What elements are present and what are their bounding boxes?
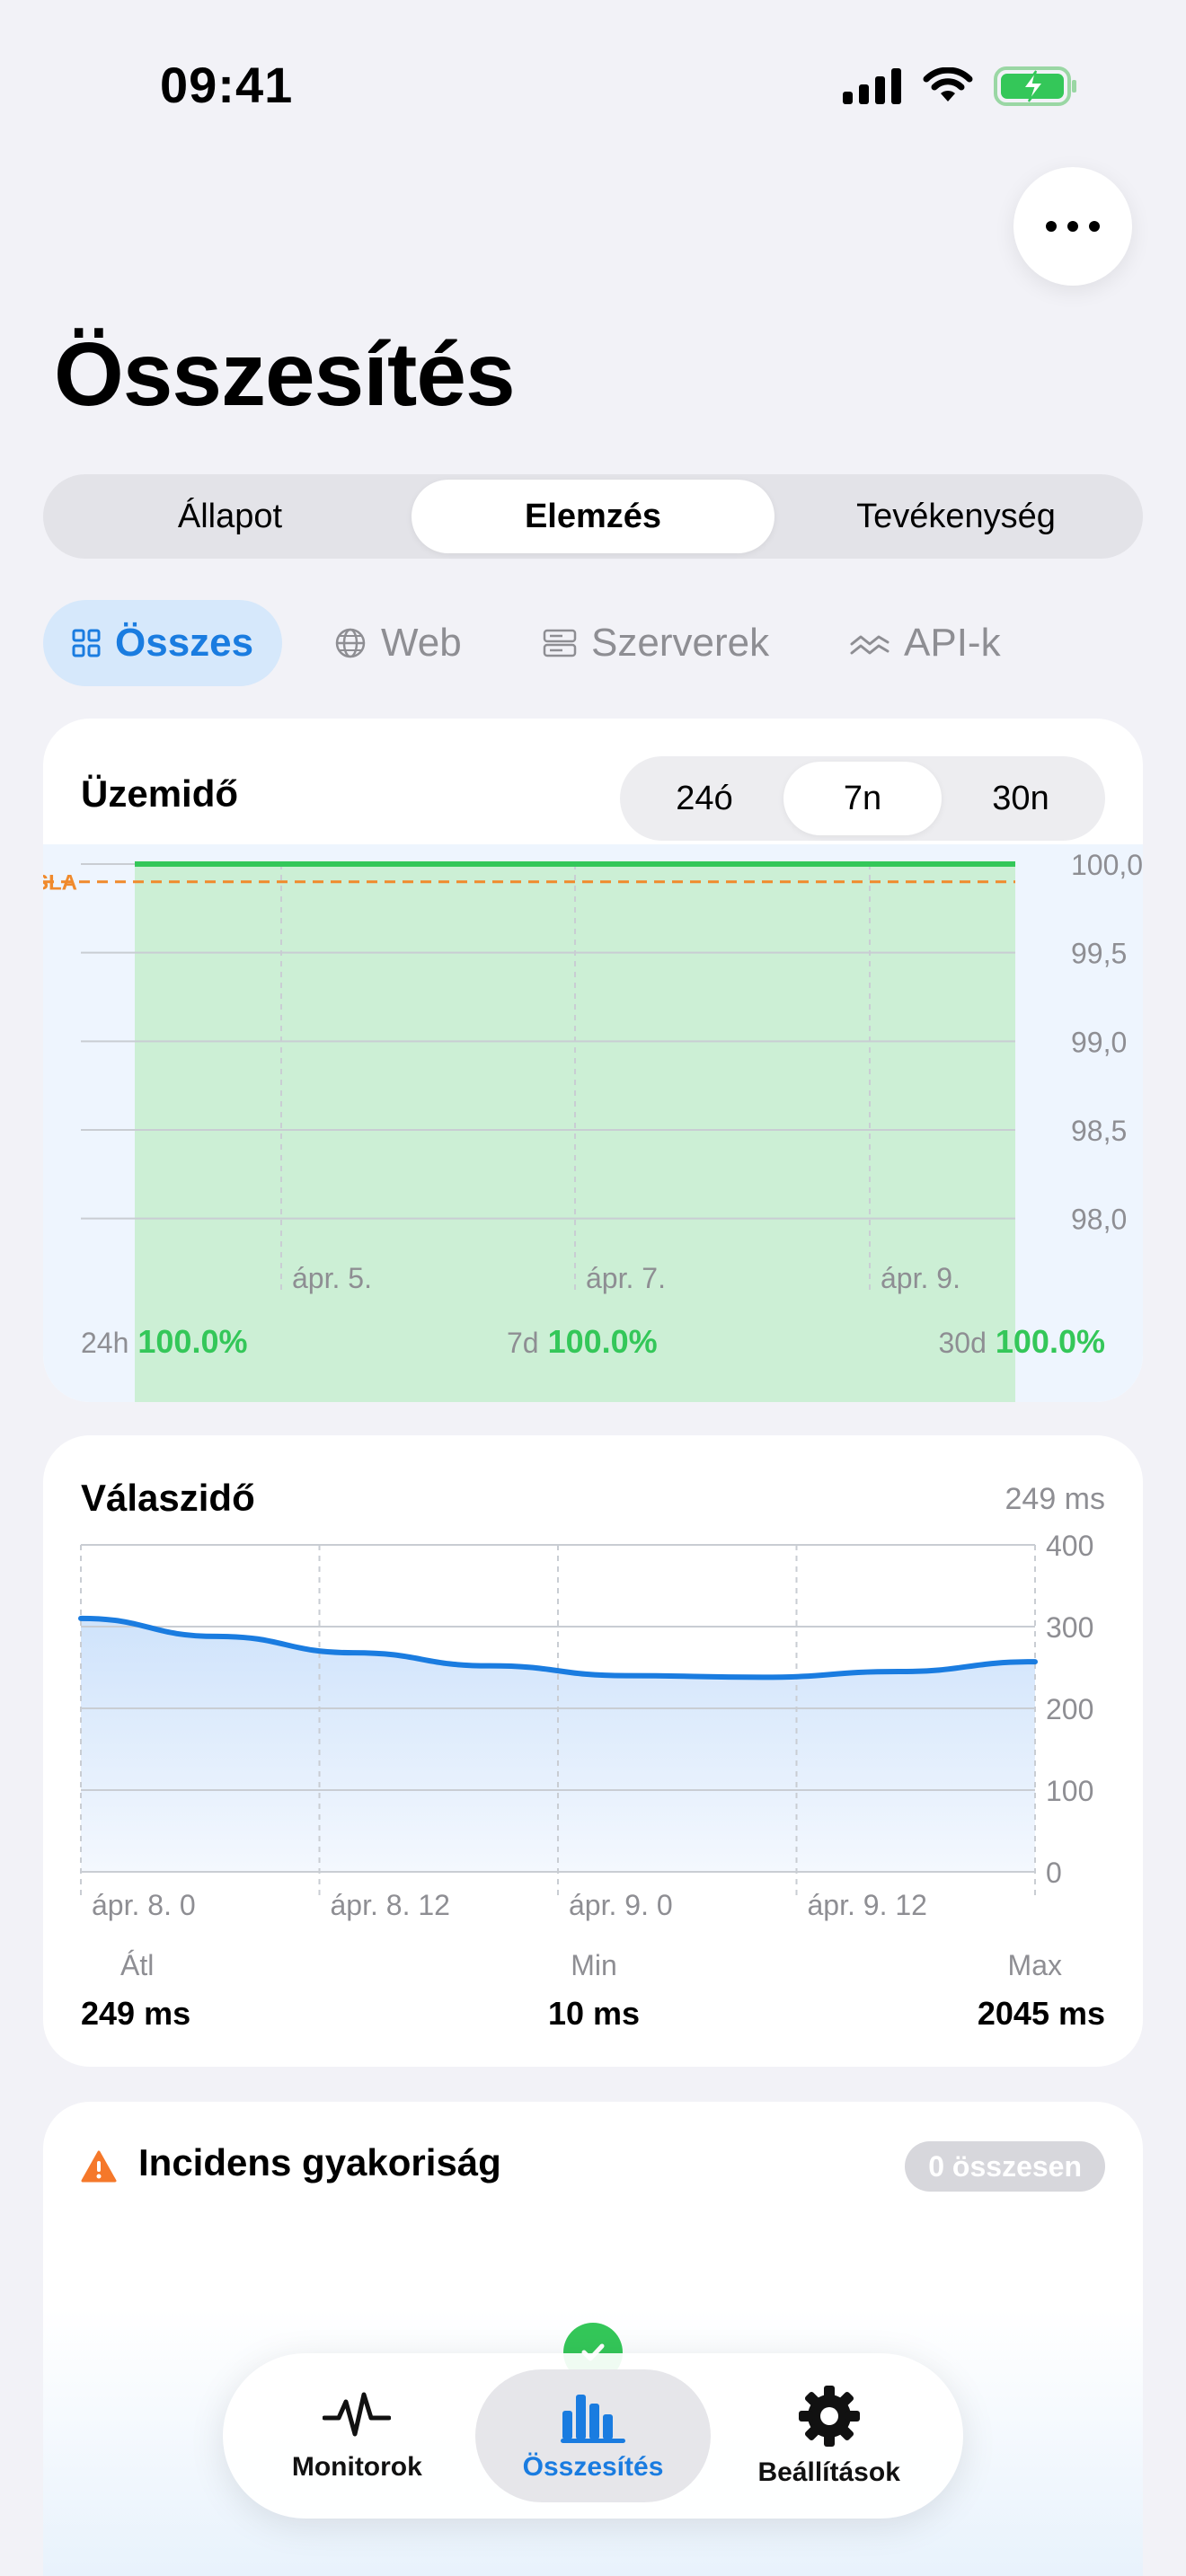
tab-label: Monitorok bbox=[291, 2452, 422, 2482]
x-tick-label: ápr. 8. 0 bbox=[92, 1889, 196, 1921]
filter-all-label: Összes bbox=[115, 621, 254, 665]
incidents-count-badge: 0 összesen bbox=[905, 2141, 1105, 2192]
x-tick-label: ápr. 9. 0 bbox=[569, 1889, 673, 1921]
server-icon bbox=[543, 629, 577, 657]
screen: 09:41 Összesítés Állapot Elemzés Tevéken… bbox=[0, 0, 1186, 2576]
sla-label: SLA bbox=[43, 871, 77, 895]
filter-web[interactable]: Web bbox=[305, 600, 491, 686]
tab-monitors[interactable]: Monitorok bbox=[239, 2369, 475, 2502]
tab-label: Összesítés bbox=[522, 2452, 664, 2482]
page-title: Összesítés bbox=[54, 324, 516, 425]
status-icons bbox=[843, 66, 1078, 106]
stat-value: 100.0% bbox=[995, 1323, 1105, 1360]
response-chart: 400 300 200 100 0 ápr. 8. 0 ápr. 8. 12 ápr. 9.… bbox=[78, 1530, 1093, 1921]
gear-icon bbox=[798, 2386, 860, 2447]
response-card: Válaszidő 249 ms 400 300 200 100 0 ápr. 8. 0… bbox=[43, 1435, 1143, 2067]
bar-chart-icon bbox=[561, 2395, 625, 2443]
stat-label: 30d bbox=[938, 1327, 987, 1359]
filter-servers-label: Szerverek bbox=[591, 621, 770, 665]
segment-analysis[interactable]: Elemzés bbox=[412, 480, 774, 553]
x-tick-label: ápr. 9. 12 bbox=[808, 1889, 927, 1921]
uptime-chart: SLA 100,0 99,5 99,0 98,5 98,0 ápr. 5. ápr. 7.… bbox=[43, 849, 1143, 1402]
stat-value: 100.0% bbox=[547, 1323, 658, 1360]
stat-label: 7d bbox=[507, 1327, 539, 1359]
uptime-card: Üzemidő 24ó 7n 30n SLA 100,099,599,098,5… bbox=[43, 719, 1143, 1402]
x-tick-label: ápr. 7. bbox=[586, 1262, 666, 1294]
uptime-stat-24h: 24h 100.0% bbox=[81, 1323, 248, 1361]
filter-apis[interactable]: API-k bbox=[821, 600, 1030, 686]
stat-label: Max bbox=[1007, 1949, 1062, 1981]
globe-icon bbox=[335, 628, 366, 658]
y-tick-label: 98,5 bbox=[1071, 1115, 1127, 1147]
wave-icon bbox=[850, 635, 890, 655]
x-tick-label: ápr. 8. 12 bbox=[331, 1889, 450, 1921]
stat-value: 2045 ms bbox=[977, 1995, 1105, 2032]
filter-apis-label: API-k bbox=[904, 621, 1001, 665]
y-tick-label: 99,5 bbox=[1071, 938, 1127, 970]
more-dot bbox=[1089, 221, 1100, 232]
y-tick-label: 100 bbox=[1046, 1775, 1093, 1807]
grid-icon bbox=[72, 629, 101, 657]
uptime-stat-7d: 7d 100.0% bbox=[507, 1323, 658, 1361]
uptime-stat-30d: 30d 100.0% bbox=[939, 1323, 1106, 1361]
segment-status[interactable]: Állapot bbox=[49, 480, 412, 553]
stat-value: 10 ms bbox=[547, 1995, 641, 2032]
y-tick-label: 300 bbox=[1046, 1611, 1093, 1644]
y-tick-label: 100,0 bbox=[1071, 849, 1143, 881]
more-options-button[interactable] bbox=[1013, 167, 1132, 286]
x-tick-label: ápr. 9. bbox=[881, 1262, 960, 1294]
tab-bar: Monitorok Összesítés Beállítások bbox=[223, 2353, 963, 2519]
filter-all[interactable]: Összes bbox=[43, 600, 283, 686]
y-tick-label: 200 bbox=[1046, 1693, 1093, 1725]
y-tick-label: 400 bbox=[1046, 1530, 1093, 1562]
view-segmented-control: Állapot Elemzés Tevékenység bbox=[43, 474, 1143, 559]
signal-icon bbox=[843, 68, 901, 104]
more-dot bbox=[1067, 221, 1078, 232]
pulse-icon bbox=[323, 2392, 392, 2437]
wifi-icon bbox=[923, 67, 973, 101]
stat-label: 24h bbox=[81, 1327, 129, 1359]
stat-label: Min bbox=[571, 1949, 617, 1981]
y-tick-label: 99,0 bbox=[1071, 1026, 1127, 1058]
stat-label: Átl bbox=[120, 1949, 155, 1981]
tab-label: Beállítások bbox=[757, 2457, 900, 2487]
response-stat-avg: Átl 249 ms bbox=[81, 1949, 190, 2033]
stat-value: 100.0% bbox=[137, 1323, 248, 1360]
y-tick-label: 0 bbox=[1046, 1857, 1062, 1889]
battery-icon bbox=[994, 66, 1076, 106]
more-dot bbox=[1046, 221, 1057, 232]
filter-servers[interactable]: Szerverek bbox=[514, 600, 798, 686]
stat-value: 249 ms bbox=[81, 1995, 191, 2032]
warning-icon bbox=[81, 2150, 117, 2183]
incidents-title: Incidens gyakoriság bbox=[138, 2141, 501, 2183]
response-stat-min: Min 10 ms bbox=[535, 1949, 652, 2033]
status-time: 09:41 bbox=[160, 57, 294, 113]
segment-activity[interactable]: Tevékenység bbox=[774, 480, 1137, 553]
response-stat-max: Max 2045 ms bbox=[978, 1949, 1105, 2033]
y-tick-label: 98,0 bbox=[1071, 1204, 1127, 1236]
filter-web-label: Web bbox=[381, 621, 462, 665]
tab-summary[interactable]: Összesítés bbox=[474, 2369, 712, 2502]
x-tick-label: ápr. 5. bbox=[292, 1262, 372, 1294]
tab-settings[interactable]: Beállítások bbox=[711, 2369, 947, 2502]
